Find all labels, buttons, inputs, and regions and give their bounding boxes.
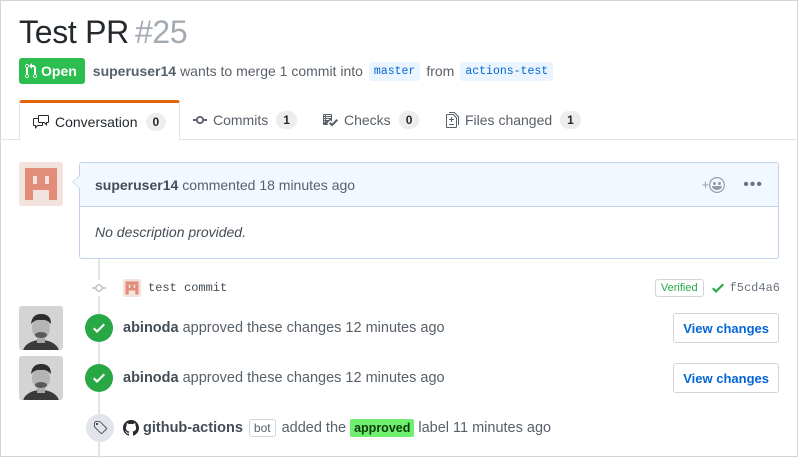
checklist-icon (323, 114, 338, 127)
comment-box: superuser14 commented 18 minutes ago + •… (72, 162, 779, 259)
tab-commits-label: Commits (213, 112, 269, 128)
avatar-abinoda[interactable] (19, 356, 63, 400)
comment-body: No description provided. (95, 224, 246, 240)
actor-link[interactable]: github-actions (143, 420, 243, 436)
tab-checks-label: Checks (344, 112, 391, 128)
view-changes-button[interactable]: View changes (673, 313, 779, 343)
commit-author-avatar[interactable] (123, 279, 141, 297)
review-item: abinoda approved these changes 12 minutes… (19, 306, 779, 350)
add-reaction-button[interactable]: + (701, 176, 726, 193)
comment-discussion-icon (33, 114, 49, 129)
avatar-superuser14[interactable] (19, 162, 63, 206)
review-item: abinoda approved these changes 12 minutes… (19, 356, 779, 400)
reaction-plus: + (701, 177, 710, 192)
bot-badge: bot (248, 419, 276, 437)
commit-row: test commit Verified f5cd4a6 (90, 277, 780, 299)
pr-tabs: Conversation 0 Commits 1 Checks 0 Files … (0, 100, 798, 141)
git-pull-request-icon (25, 63, 37, 79)
pr-meta: Open superuser14 wants to merge 1 commit… (19, 58, 559, 84)
commit-sha-link[interactable]: f5cd4a6 (730, 281, 780, 295)
review-description: approved these changes 12 minutes ago (182, 370, 445, 386)
git-commit-icon (193, 116, 207, 124)
tab-checks-count: 0 (398, 111, 420, 129)
tab-checks[interactable]: Checks 0 (322, 100, 420, 140)
tab-conversation-label: Conversation (55, 113, 138, 130)
pr-title: Test PR #25 (19, 14, 188, 51)
pr-title-text: Test PR (19, 14, 129, 50)
avatar-abinoda[interactable] (19, 306, 63, 350)
tab-conversation-count: 0 (145, 112, 167, 131)
comment-author-link[interactable]: superuser14 (95, 177, 178, 193)
label-event: github-actions bot added the approved la… (86, 413, 551, 443)
review-author-link[interactable]: abinoda (123, 370, 179, 386)
tab-commits[interactable]: Commits 1 (193, 100, 297, 140)
review-author-link[interactable]: abinoda (123, 320, 179, 336)
tab-files-changed-count: 1 (560, 111, 581, 129)
comment-meta: commented 18 minutes ago (182, 176, 356, 193)
diff-icon (446, 112, 459, 128)
tab-conversation[interactable]: Conversation 0 (19, 100, 181, 141)
pr-author-link[interactable]: superuser14 (93, 63, 176, 79)
approved-check-icon (85, 364, 113, 392)
check-icon (711, 283, 724, 293)
approved-label[interactable]: approved (350, 419, 415, 437)
tab-files-changed-label: Files changed (465, 112, 553, 128)
identicon-avatar (19, 162, 63, 206)
smiley-icon (709, 176, 726, 193)
state-badge: Open (19, 58, 85, 84)
tab-files-changed[interactable]: Files changed 1 (446, 100, 581, 140)
commit-icon (90, 280, 108, 296)
approved-check-icon (85, 314, 113, 342)
pr-number: #25 (134, 14, 188, 50)
head-branch[interactable]: actions-test (460, 61, 554, 81)
label-event-text: github-actions bot added the approved la… (139, 419, 551, 437)
tag-icon (86, 414, 114, 442)
base-branch[interactable]: master (368, 61, 421, 81)
commit-message-link[interactable]: test commit (148, 281, 227, 295)
github-logo-icon (123, 420, 139, 436)
view-changes-button[interactable]: View changes (673, 363, 779, 393)
commit-status: Verified f5cd4a6 (654, 279, 780, 297)
state-label: Open (41, 63, 77, 79)
comment-header: superuser14 commented 18 minutes ago + •… (80, 163, 778, 207)
review-text: abinoda approved these changes 12 minutes… (123, 320, 445, 336)
comment-actions: + ••• (701, 176, 763, 193)
label-suffix: label 11 minutes ago (418, 420, 552, 436)
merge-text: wants to merge 1 commit into (180, 63, 363, 79)
review-text: abinoda approved these changes 12 minutes… (123, 370, 445, 386)
from-text: from (426, 63, 455, 79)
added-text: added the (281, 420, 347, 436)
verified-badge[interactable]: Verified (654, 279, 704, 297)
review-description: approved these changes 12 minutes ago (182, 320, 445, 336)
tab-commits-count: 1 (276, 111, 297, 129)
more-options-icon[interactable]: ••• (743, 176, 763, 192)
